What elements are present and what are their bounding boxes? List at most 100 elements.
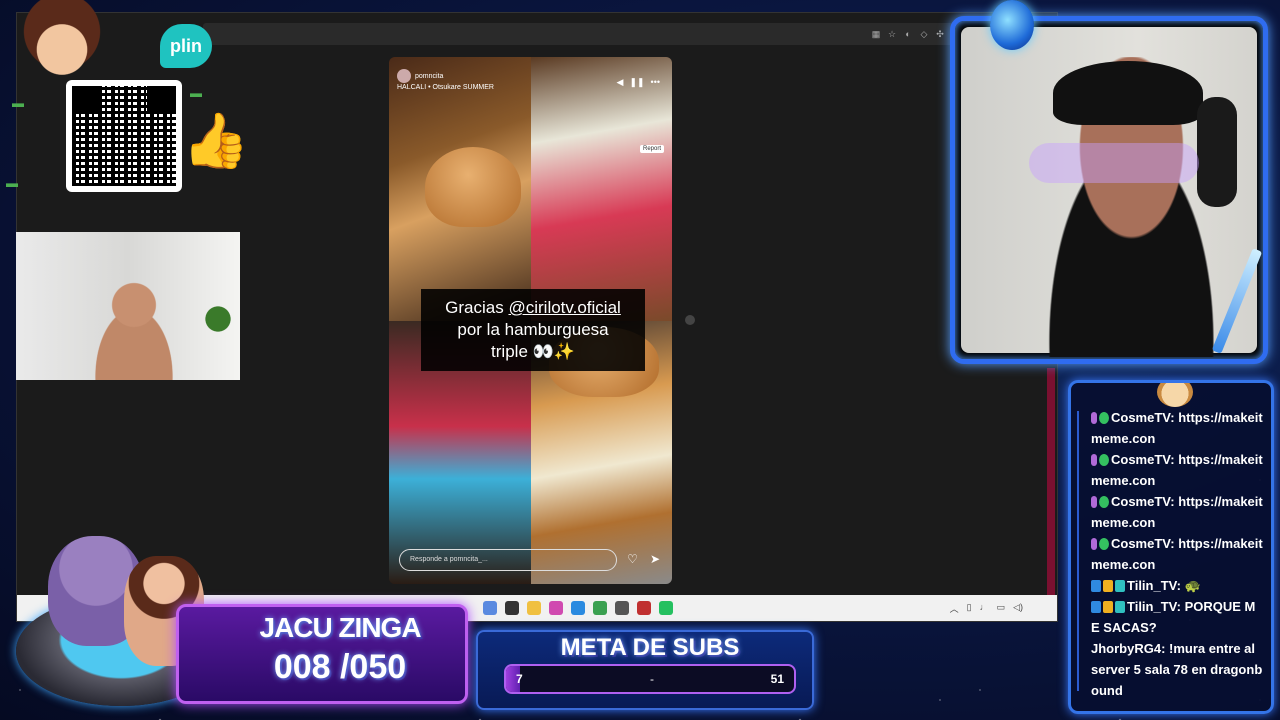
display-icon[interactable]: ▭ (997, 602, 1006, 615)
check-badge-icon (1099, 412, 1109, 424)
obs-icon[interactable] (615, 601, 629, 615)
chat-username[interactable]: Tilin_TV: (1127, 578, 1181, 593)
chat-message: JhorbyRG4: !mura entre al server 5 sala … (1091, 638, 1263, 701)
story-username[interactable]: pomncita (415, 73, 443, 80)
chat-message: CosmeTV: https://makeitmeme.con (1091, 533, 1263, 575)
check-badge-icon (1099, 496, 1109, 508)
story-header: pomncita HALCALI • Otsukare SUMMER (397, 69, 494, 93)
mic-icon[interactable]: ♩ (980, 602, 989, 615)
chat-messages: CosmeTV: https://makeitmeme.con CosmeTV: … (1091, 407, 1263, 701)
taskbar-apps (483, 601, 673, 615)
story-avatar[interactable] (397, 69, 411, 83)
copilot-icon[interactable] (549, 601, 563, 615)
mic-badge-icon (1091, 412, 1097, 424)
window-edge (1047, 368, 1055, 598)
streamer-avatar-sticker (2, 0, 122, 90)
story-photo-drinks (530, 57, 672, 321)
next-story-icon[interactable] (685, 315, 695, 325)
story-caption: Gracias @cirilotv.oficial por la hamburg… (421, 289, 645, 371)
network-icon[interactable]: ▯ (967, 602, 972, 615)
headphones-icon (1197, 97, 1237, 207)
crown-badge-icon (1103, 601, 1113, 613)
sub-goal-title: META DE SUBS (560, 634, 740, 661)
hamster-icon (1157, 383, 1193, 407)
browser-toolbar: ▦ ☆ ◐ ◇ ✣ (203, 23, 953, 45)
plin-logo: plin (160, 24, 212, 68)
system-tray: ︿ ▯ ♩ ▭ ◁) (950, 602, 1023, 615)
heart-icon[interactable]: ♡ (627, 552, 638, 566)
chevron-up-icon[interactable]: ︿ (950, 602, 959, 615)
gem-badge-icon (1115, 601, 1125, 613)
story-controls: ◀︎ ❚❚ ••• (617, 77, 660, 88)
folder-icon[interactable] (527, 601, 541, 615)
chat-panel[interactable]: CosmeTV: https://makeitmeme.con CosmeTV: … (1068, 380, 1274, 714)
mic-badge-icon (1091, 538, 1097, 550)
counter-value: 008 /050 (273, 648, 407, 686)
widgets-icon[interactable] (483, 601, 497, 615)
star-icon[interactable]: ☆ (887, 29, 897, 39)
money-icon: ▬ (190, 86, 202, 100)
caption-prefix: Gracias (445, 298, 509, 317)
check-badge-icon (1099, 538, 1109, 550)
chat-message: CosmeTV: https://makeitmeme.con (1091, 407, 1263, 449)
sub-badge-icon (1091, 580, 1101, 592)
chrome-icon[interactable] (593, 601, 607, 615)
pause-icon[interactable]: ❚❚ (629, 77, 644, 88)
chat-rail (1077, 411, 1083, 691)
caption-line2: por la hamburguesa (457, 320, 609, 339)
sub-goal-separator: - (650, 672, 654, 686)
chat-username[interactable]: CosmeTV: (1111, 536, 1175, 551)
app-icon[interactable] (637, 601, 651, 615)
counter-title: JACU ZINGA (259, 612, 421, 643)
caption-line3: triple 👀✨ (491, 342, 575, 361)
potion-icon (990, 0, 1034, 50)
chat-message: Tilin_TV: 🐢 (1091, 575, 1263, 596)
mute-icon[interactable]: ◀︎ (617, 77, 624, 88)
money-icon: ▬ (12, 96, 24, 110)
caption-mention[interactable]: @cirilotv.oficial (508, 298, 620, 317)
edge-icon[interactable] (571, 601, 585, 615)
crown-badge-icon (1103, 580, 1113, 592)
guest-person (74, 272, 194, 380)
mic-badge-icon (1091, 454, 1097, 466)
sub-badge-icon (1091, 601, 1101, 613)
terminal-icon[interactable] (505, 601, 519, 615)
chat-message: Tilin_TV: PORQUE ME SACAS? (1091, 596, 1263, 638)
shield-icon[interactable]: ◐ (903, 29, 913, 39)
puzzle-icon[interactable]: ✣ (935, 29, 945, 39)
guest-webcam (16, 232, 240, 380)
money-icon: ▬ (6, 176, 18, 190)
gem-badge-icon (1115, 580, 1125, 592)
instagram-story[interactable]: pomncita HALCALI • Otsukare SUMMER ◀︎ ❚❚… (389, 57, 672, 584)
chat-username[interactable]: CosmeTV: (1111, 410, 1175, 425)
check-badge-icon (1099, 454, 1109, 466)
streamer-webcam-frame (950, 16, 1268, 364)
streamer-webcam (961, 27, 1257, 357)
story-music: HALCALI • Otsukare SUMMER (397, 84, 494, 91)
volume-icon[interactable]: ◁) (1013, 602, 1023, 615)
whatsapp-icon[interactable] (659, 601, 673, 615)
sub-goal-target: 51 (770, 672, 784, 686)
send-icon[interactable]: ➤ (650, 552, 660, 566)
streamer-hair (1053, 61, 1203, 125)
chat-username[interactable]: JhorbyRG4: (1091, 641, 1165, 656)
glasses (1029, 143, 1199, 183)
chat-username[interactable]: CosmeTV: (1111, 452, 1175, 467)
reply-input[interactable]: Responde a pomncita_... (399, 549, 617, 571)
extension-icon[interactable]: ◇ (919, 29, 929, 39)
sub-goal-current: 7 (516, 672, 523, 686)
chat-text: 🐢 (1184, 578, 1201, 593)
chat-username[interactable]: CosmeTV: (1111, 494, 1175, 509)
report-button[interactable]: Report (639, 145, 664, 153)
mic-badge-icon (1091, 496, 1097, 508)
sub-goal-progress-bar: 7 - 51 (504, 664, 796, 694)
chat-username[interactable]: Tilin_TV: (1127, 599, 1181, 614)
grid-icon[interactable]: ▦ (871, 29, 881, 39)
chat-message: CosmeTV: https://makeitmeme.con (1091, 491, 1263, 533)
story-actions: ♡ ➤ (627, 552, 660, 566)
qr-code (66, 80, 182, 192)
plant (200, 294, 236, 344)
story-photo-burger-fries (389, 57, 531, 321)
chat-message: CosmeTV: https://makeitmeme.con (1091, 449, 1263, 491)
more-icon[interactable]: ••• (651, 77, 660, 88)
